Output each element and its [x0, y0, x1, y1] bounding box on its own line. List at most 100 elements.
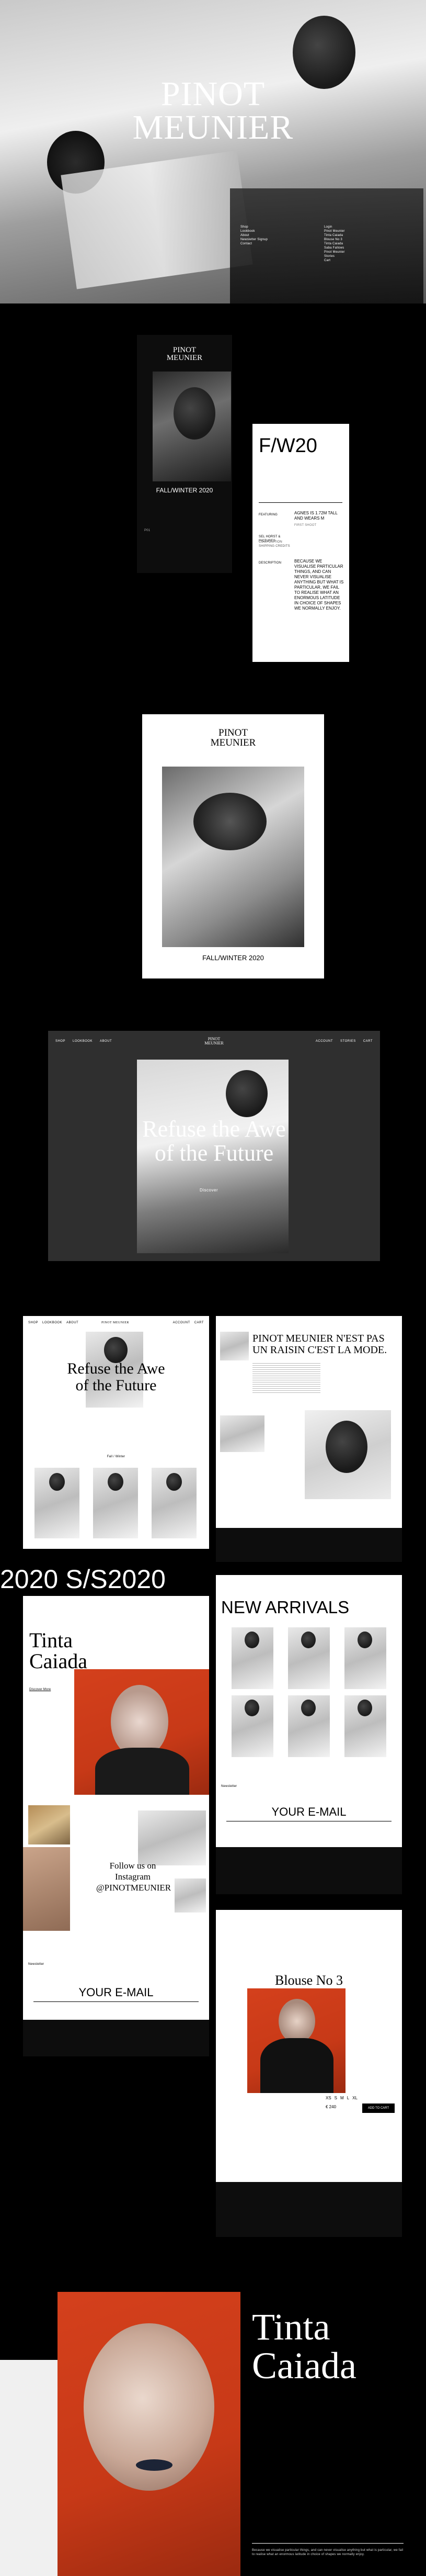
product-thumb[interactable] — [344, 1627, 386, 1689]
page2-photo-left — [220, 1415, 264, 1452]
page2-headline: PINOT MEUNIER N'EST PAS UN RAISIN C'EST … — [252, 1333, 387, 1356]
menu-item[interactable]: Contact — [240, 242, 298, 246]
page1-nav-left: SHOP LOOKBOOK ABOUT — [28, 1321, 78, 1324]
menu-item[interactable]: Lookbook — [240, 229, 298, 233]
page3-discover-link[interactable]: Discover More — [29, 1688, 51, 1692]
nav-account[interactable]: ACCOUNT — [316, 1040, 333, 1043]
newsletter-intro: Newsletter — [28, 1963, 44, 1966]
nav-about[interactable]: ABOUT — [66, 1321, 78, 1324]
desktop-screen: SHOP LOOKBOOK ABOUT PINOT MEUNIER ACCOUN… — [48, 1031, 380, 1261]
feature-caption: Because we visualise particular things, … — [252, 2549, 404, 2556]
page3-photo-c — [23, 1847, 70, 1931]
fw-sub-1: FIRST SHOOT — [294, 524, 317, 527]
page3-photo-b — [138, 1810, 206, 1865]
size-option[interactable]: S — [335, 2096, 337, 2101]
marquee: 2020 S/S2020 — [0, 1565, 166, 1594]
size-selector: XS S M L XL — [326, 2096, 358, 2101]
arrivals-title: NEW ARRIVALS — [221, 1598, 350, 1617]
poster-season: FALL/WINTER 2020 — [202, 954, 264, 962]
menu-item[interactable]: Newsletter Signup — [240, 238, 298, 242]
menu-item[interactable]: Shop — [240, 225, 298, 229]
fw-title: F/W20 — [259, 435, 317, 457]
nav-lookbook[interactable]: LOOKBOOK — [42, 1321, 62, 1324]
footer — [23, 2020, 209, 2056]
hero-menu-left: Shop Lookbook About Newsletter Signup Co… — [240, 225, 298, 246]
hero-menu-right: Login Pinot Meunier Tinta Caiada Blouse … — [324, 225, 382, 263]
menu-item[interactable]: Pinot Meunier — [324, 250, 382, 254]
nav-cart[interactable]: CART — [194, 1321, 204, 1324]
product-thumb[interactable] — [288, 1627, 330, 1689]
feature-portrait — [57, 2292, 240, 2576]
footer — [216, 1528, 402, 1562]
email-field[interactable]: YOUR E-MAIL — [216, 1805, 402, 1819]
page5: Blouse No 3 XS S M L XL € 240 ADD TO CAR… — [216, 1910, 402, 2237]
feature-title: Tinta Caiada — [252, 2306, 356, 2387]
size-option[interactable]: L — [347, 2096, 349, 2101]
fw-text-1: AGNES IS 1.72M TALL AND WEARS M — [294, 511, 338, 521]
add-to-cart-button[interactable]: ADD TO CART — [362, 2103, 395, 2113]
menu-item[interactable]: Stories — [324, 254, 382, 258]
fw-text-3: BECAUSE WE VISUALISE PARTICULAR THINGS, … — [294, 559, 344, 611]
nav-shop[interactable]: SHOP — [28, 1321, 38, 1324]
fw-label-3: DESCRIPTION — [259, 561, 282, 565]
fw-sub-2: COMPOSITION SHIPPING CREDITS — [259, 541, 290, 548]
menu-item[interactable]: Login — [324, 225, 382, 229]
menu-item[interactable]: Tinta Caiada — [324, 233, 382, 238]
page2-small-photo — [220, 1332, 249, 1360]
size-option[interactable]: M — [340, 2096, 344, 2101]
booklet-page-number: P01 — [144, 529, 151, 532]
size-option[interactable]: XS — [326, 2096, 331, 2101]
page1: SHOP LOOKBOOK ABOUT PINOT MEUNIER ACCOUN… — [23, 1316, 209, 1549]
hero-brand: PINOT MEUNIER — [132, 75, 294, 147]
nav-account[interactable]: ACCOUNT — [173, 1321, 190, 1324]
booklet-card: PINOT MEUNIER FALL/WINTER 2020 P01 — [137, 335, 232, 573]
menu-item[interactable]: Blouse No 3 — [324, 238, 382, 242]
product-name: Blouse No 3 — [275, 1973, 343, 1988]
product-thumb[interactable] — [152, 1468, 197, 1538]
fw-label-1: FEATURING — [259, 513, 278, 516]
page3-photo-a — [28, 1805, 70, 1844]
product-photo — [247, 1988, 346, 2093]
footer — [216, 1847, 402, 1894]
footer — [216, 2182, 402, 2237]
product-price: € 240 — [326, 2105, 337, 2109]
page3-title: Tinta Caiada — [29, 1628, 88, 1673]
page2: PINOT MEUNIER N'EST PAS UN RAISIN C'EST … — [216, 1316, 402, 1562]
booklet-brand: PINOT MEUNIER — [166, 346, 203, 362]
page4: NEW ARRIVALS Newsletter YOUR E-MAIL — [216, 1575, 402, 1894]
poster-brand: PINOT MEUNIER — [210, 727, 256, 748]
page3: Tinta Caiada Discover More Follow us on … — [23, 1596, 209, 2056]
menu-item[interactable]: About — [240, 233, 298, 238]
page1-headline: Refuse the Awe of the Future — [67, 1360, 165, 1394]
menu-item[interactable]: Pinot Meunier — [324, 229, 382, 233]
product-thumb[interactable] — [288, 1695, 330, 1757]
size-option[interactable]: XL — [352, 2096, 358, 2101]
product-thumb[interactable] — [232, 1695, 273, 1757]
nav-cart[interactable]: CART — [363, 1040, 373, 1043]
poster-card: PINOT MEUNIER FALL/WINTER 2020 — [142, 714, 324, 978]
desktop-headline: Refuse the Awe of the Future — [142, 1116, 286, 1166]
product-thumb[interactable] — [344, 1695, 386, 1757]
newsletter-intro: Newsletter — [221, 1785, 237, 1788]
product-thumb[interactable] — [34, 1468, 79, 1538]
menu-item[interactable]: Saba Fallows — [324, 246, 382, 250]
menu-item[interactable]: Tinta Caiada — [324, 242, 382, 246]
desktop-discover-link[interactable]: Discover — [200, 1188, 218, 1193]
booklet-season: FALL/WINTER 2020 — [156, 487, 213, 494]
product-thumb[interactable] — [93, 1468, 138, 1538]
product-thumb[interactable] — [232, 1627, 273, 1689]
desktop-nav-right: ACCOUNT STORIES CART — [316, 1040, 373, 1043]
feature: Tinta Caiada Because we visualise partic… — [0, 2287, 426, 2576]
email-field[interactable]: YOUR E-MAIL — [23, 1986, 209, 1999]
page3-photo-d — [175, 1878, 206, 1913]
page1-logo[interactable]: PINOT MEUNIER — [101, 1321, 129, 1324]
page2-photo-right — [305, 1410, 391, 1499]
page1-nav-right: ACCOUNT CART — [173, 1321, 204, 1324]
poster-photo — [162, 767, 304, 947]
instagram-block[interactable]: Follow us on Instagram @PINOTMEUNIER — [96, 1860, 171, 1893]
nav-stories[interactable]: STORIES — [340, 1040, 356, 1043]
page3-portrait — [74, 1669, 209, 1795]
menu-item[interactable]: Cart — [324, 258, 382, 263]
page1-caption: Fall / Winter — [107, 1455, 125, 1458]
page2-text-block — [252, 1363, 320, 1394]
